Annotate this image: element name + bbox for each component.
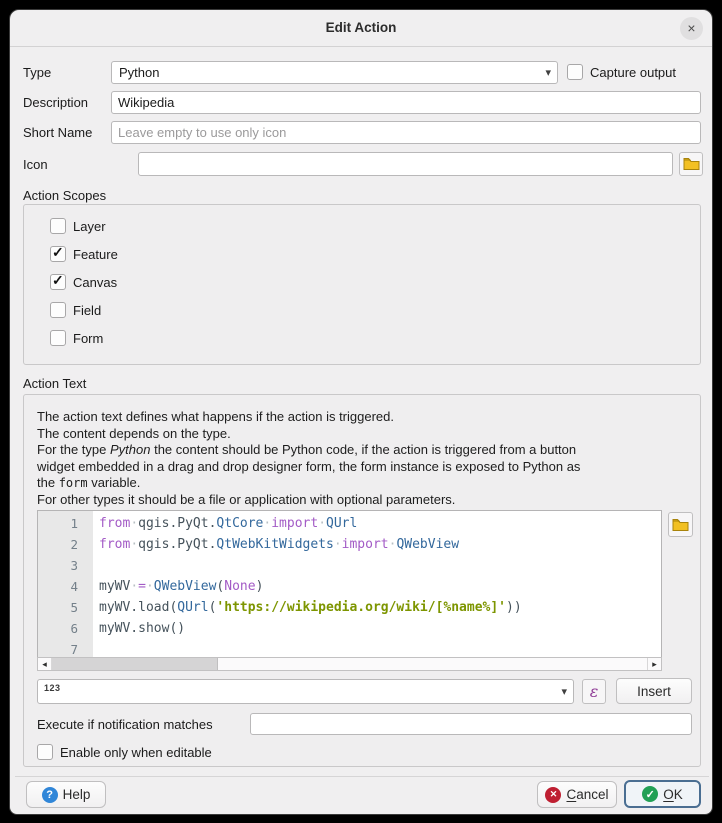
action-text-group: The action text defines what happens if … xyxy=(23,394,701,767)
ok-icon: ✓ xyxy=(642,786,658,802)
action-scopes-group: ✓ Layer ✓ Feature ✓ Canvas ✓ Field ✓ For… xyxy=(23,204,701,365)
code-editor[interactable]: 1234567 from·qgis.PyQt.QtCore·import·QUr… xyxy=(37,510,662,657)
scope-label: Field xyxy=(73,303,101,318)
scope-label: Form xyxy=(73,331,103,346)
help-button[interactable]: ? Help xyxy=(26,781,106,808)
notification-label: Execute if notification matches xyxy=(37,717,213,732)
icon-path-input[interactable] xyxy=(138,152,673,176)
scroll-left-icon[interactable]: ◂ xyxy=(38,658,52,670)
scope-list: ✓ Layer ✓ Feature ✓ Canvas ✓ Field ✓ For… xyxy=(50,218,118,358)
scope-checkbox-layer[interactable]: ✓ Layer xyxy=(50,218,118,234)
scope-checkbox-canvas[interactable]: ✓ Canvas xyxy=(50,274,118,290)
enable-editable-label: Enable only when editable xyxy=(60,745,212,760)
line-number-gutter: 1234567 xyxy=(38,511,93,657)
cancel-button[interactable]: ✕ Cancel xyxy=(537,781,617,808)
expression-button[interactable]: ε xyxy=(582,679,606,704)
type-combobox[interactable]: Python ▾ xyxy=(111,61,558,84)
action-text-description: The action text defines what happens if … xyxy=(37,409,580,509)
epsilon-icon: ε xyxy=(590,682,599,701)
notification-input[interactable] xyxy=(250,713,692,735)
help-button-label: Help xyxy=(63,787,91,802)
capture-output-label: Capture output xyxy=(590,65,676,80)
checkbox-box: ✓ xyxy=(37,744,53,760)
numeric-field-icon: 123 xyxy=(44,683,61,693)
checkbox-box: ✓ xyxy=(50,246,66,262)
scope-checkbox-field[interactable]: ✓ Field xyxy=(50,302,118,318)
scroll-right-icon[interactable]: ▸ xyxy=(647,658,661,670)
code-line-1: from·qgis.PyQt.QtCore·import·QUrl xyxy=(99,513,661,534)
short-name-input[interactable] xyxy=(111,121,701,144)
checkbox-box: ✓ xyxy=(50,302,66,318)
checkbox-box: ✓ xyxy=(50,218,66,234)
code-line-4: myWV·=·QWebView(None) xyxy=(99,576,661,597)
code-line-6: myWV.show() xyxy=(99,618,661,639)
description-label: Description xyxy=(23,95,88,110)
description-input[interactable] xyxy=(111,91,701,114)
code-browse-button[interactable] xyxy=(668,512,693,537)
scope-checkbox-feature[interactable]: ✓ Feature xyxy=(50,246,118,262)
icon-label: Icon xyxy=(23,157,48,172)
checkbox-box: ✓ xyxy=(567,64,583,80)
scrollbar-thumb[interactable] xyxy=(52,658,218,670)
dialog-title: Edit Action xyxy=(10,20,712,35)
scope-label: Canvas xyxy=(73,275,117,290)
insert-button[interactable]: Insert xyxy=(616,678,692,704)
cancel-icon: ✕ xyxy=(545,787,561,803)
checkbox-box: ✓ xyxy=(50,330,66,346)
ok-button-label: OK xyxy=(663,787,683,802)
chevron-down-icon: ▾ xyxy=(545,65,551,78)
help-icon: ? xyxy=(42,787,58,803)
enable-editable-checkbox[interactable]: ✓ Enable only when editable xyxy=(37,744,212,760)
field-variable-combobox[interactable]: 123 ▾ xyxy=(37,679,574,704)
edit-action-dialog: Edit Action × Type Python ▾ ✓ Capture ou… xyxy=(9,9,713,815)
ok-button[interactable]: ✓ OK xyxy=(624,780,701,808)
type-value: Python xyxy=(119,65,159,80)
horizontal-scrollbar[interactable]: ◂ ▸ xyxy=(37,657,662,671)
capture-output-checkbox[interactable]: ✓ Capture output xyxy=(567,64,676,80)
chevron-down-icon: ▾ xyxy=(561,684,567,697)
action-text-title: Action Text xyxy=(23,376,86,391)
folder-icon xyxy=(683,157,700,171)
short-name-label: Short Name xyxy=(23,125,92,140)
code-line-5: myWV.load(QUrl('https://wikipedia.org/wi… xyxy=(99,597,661,618)
code-line-3 xyxy=(99,555,661,576)
scope-label: Feature xyxy=(73,247,118,262)
code-text: from·qgis.PyQt.QtCore·import·QUrlfrom·qg… xyxy=(93,511,661,657)
icon-browse-button[interactable] xyxy=(679,152,703,176)
action-scopes-title: Action Scopes xyxy=(23,188,106,203)
footer-separator xyxy=(15,776,709,777)
code-line-7 xyxy=(99,639,661,657)
scope-checkbox-form[interactable]: ✓ Form xyxy=(50,330,118,346)
checkbox-box: ✓ xyxy=(50,274,66,290)
cancel-button-label: Cancel xyxy=(566,787,608,802)
titlebar: Edit Action × xyxy=(10,10,712,47)
close-icon[interactable]: × xyxy=(680,17,703,40)
insert-button-label: Insert xyxy=(637,684,671,699)
type-label: Type xyxy=(23,65,51,80)
folder-icon xyxy=(672,518,689,532)
code-line-2: from·qgis.PyQt.QtWebKitWidgets·import·QW… xyxy=(99,534,661,555)
scope-label: Layer xyxy=(73,219,106,234)
